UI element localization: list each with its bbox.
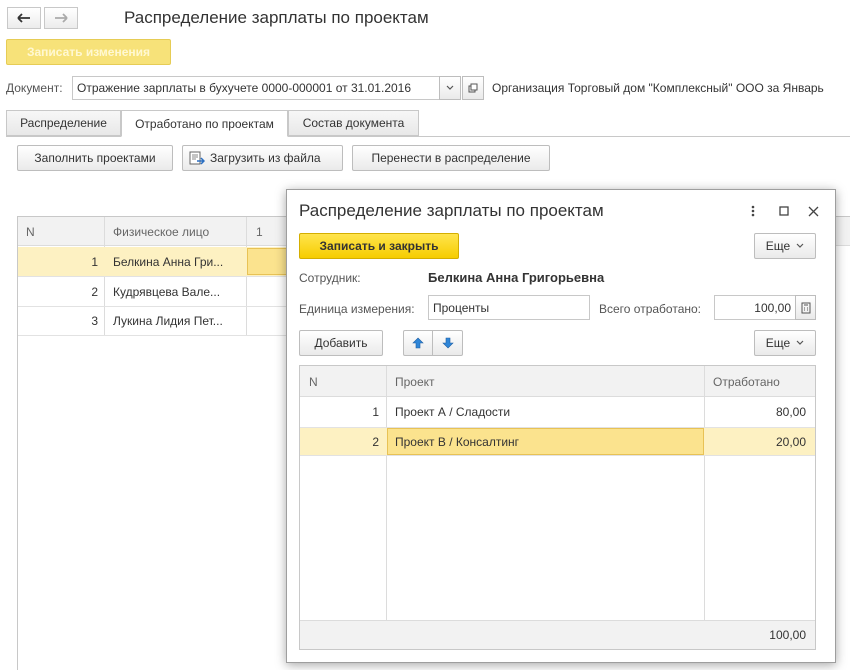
row-number: 2 <box>372 434 379 449</box>
maximize-button[interactable] <box>775 202 793 220</box>
row-project: Проект В / Консалтинг <box>395 434 520 449</box>
column-header-worked: Отработано <box>713 374 780 389</box>
unit-label: Единица измерения: <box>299 302 415 316</box>
row-number: 1 <box>91 254 98 269</box>
forward-button[interactable] <box>44 7 78 29</box>
arrow-up-icon <box>412 337 424 349</box>
move-up-button[interactable] <box>403 330 433 356</box>
tab-document-composition[interactable]: Состав документа <box>288 110 419 136</box>
document-value: Отражение зарплаты в бухучете 0000-00000… <box>77 81 412 95</box>
save-changes-button[interactable]: Записать изменения <box>6 39 171 65</box>
fill-projects-button[interactable]: Заполнить проектами <box>17 145 173 171</box>
projects-table: N Проект Отработано 1 Проект А / Сладост… <box>299 365 816 650</box>
total-label: Всего отработано: <box>599 302 702 316</box>
unit-field[interactable]: Проценты <box>428 295 590 320</box>
distribution-dialog: Распределение зарплаты по проектам Запис… <box>286 189 836 663</box>
load-file-icon <box>189 151 205 165</box>
tab-distribution[interactable]: Распределение <box>6 110 121 136</box>
more-label: Еще <box>765 336 791 350</box>
document-open-button[interactable] <box>462 76 484 100</box>
row-number: 3 <box>91 314 98 328</box>
chevron-down-icon <box>446 85 454 90</box>
add-button[interactable]: Добавить <box>299 330 383 356</box>
dialog-title: Распределение зарплаты по проектам <box>299 201 604 220</box>
column-header-project: Проект <box>395 374 435 389</box>
calculator-icon <box>801 302 810 313</box>
selected-cell[interactable] <box>247 248 287 275</box>
row-number: 1 <box>372 405 379 419</box>
column-header-n: N <box>309 374 318 389</box>
close-button[interactable] <box>804 202 822 220</box>
employee-value: Белкина Анна Григорьевна <box>428 270 605 285</box>
row-project: Проект А / Сладости <box>395 405 511 419</box>
row-number: 2 <box>91 284 98 299</box>
arrow-right-icon <box>55 13 68 23</box>
more-vertical-icon <box>751 205 755 217</box>
column-header-person: Физическое лицо <box>113 224 210 239</box>
more-button[interactable]: Еще <box>754 233 816 259</box>
chevron-down-icon <box>796 340 804 345</box>
move-down-button[interactable] <box>432 330 463 356</box>
row-person: Белкина Анна Гри... <box>113 254 224 269</box>
row-worked: 80,00 <box>775 405 806 419</box>
unit-value: Проценты <box>433 300 490 315</box>
arrow-left-icon <box>17 13 30 23</box>
arrow-down-icon <box>441 337 454 349</box>
page-title: Распределение зарплаты по проектам <box>124 8 429 27</box>
dialog-menu-button[interactable] <box>745 202 761 220</box>
calculator-button[interactable] <box>795 295 816 320</box>
close-icon <box>808 206 818 216</box>
load-from-file-button[interactable]: Загрузить из файла <box>182 145 343 171</box>
document-dropdown-button[interactable] <box>439 76 461 100</box>
chevron-down-icon <box>796 243 804 248</box>
organization-text: Организация Торговый дом "Комплексный" О… <box>492 81 824 95</box>
maximize-icon <box>779 206 789 216</box>
employee-label: Сотрудник: <box>299 271 361 285</box>
row-person: Лукина Лидия Пет... <box>113 314 223 328</box>
footer-total: 100,00 <box>769 627 806 642</box>
column-header-n: N <box>26 224 35 239</box>
total-field: 100,00 <box>714 295 796 320</box>
save-and-close-button[interactable]: Записать и закрыть <box>299 233 459 259</box>
column-header-1: 1 <box>256 224 263 239</box>
back-button[interactable] <box>7 7 41 29</box>
document-field[interactable]: Отражение зарплаты в бухучете 0000-00000… <box>72 76 440 100</box>
move-to-distribution-button[interactable]: Перенести в распределение <box>352 145 550 171</box>
row-person: Кудрявцева Вале... <box>113 284 221 299</box>
total-value: 100,00 <box>754 300 791 315</box>
more-button[interactable]: Еще <box>754 330 816 356</box>
more-label: Еще <box>765 239 791 253</box>
row-worked: 20,00 <box>775 434 806 449</box>
document-label: Документ: <box>6 81 63 95</box>
tab-worked-by-projects[interactable]: Отработано по проектам <box>121 110 288 137</box>
open-icon <box>468 83 478 93</box>
load-from-file-label: Загрузить из файла <box>210 151 321 165</box>
